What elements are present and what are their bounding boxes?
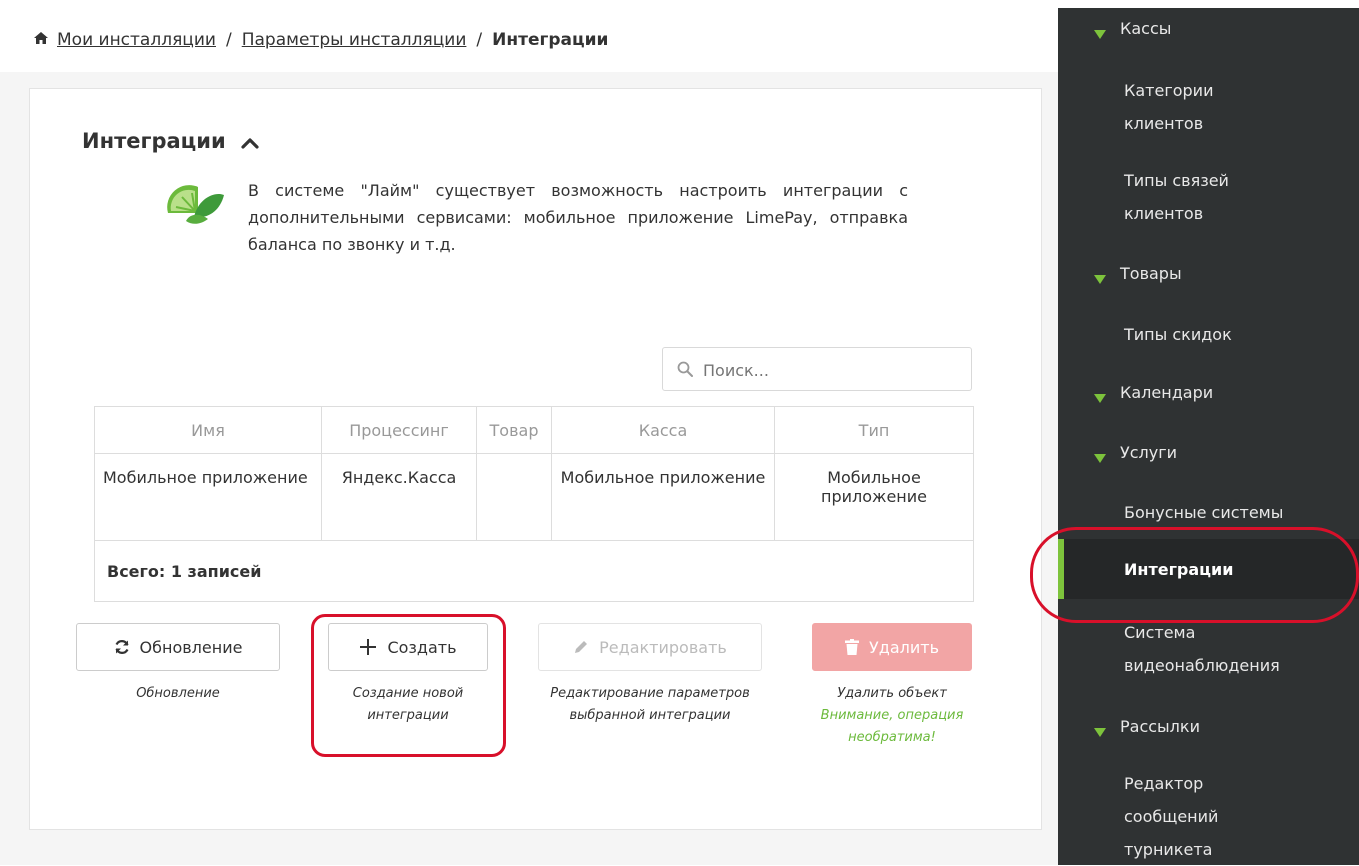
create-highlight-frame (311, 614, 506, 757)
sidebar-item-client-categories[interactable]: Категории клиентов (1058, 72, 1359, 142)
integrations-table: Имя Процессинг Товар Касса Тип Мобильное… (94, 406, 974, 602)
sidebar-category-goods[interactable]: Товары (1058, 257, 1359, 290)
home-icon[interactable] (33, 30, 49, 50)
table-header-row: Имя Процессинг Товар Касса Тип (94, 406, 974, 454)
search-icon (677, 361, 693, 381)
cell-name: Мобильное приложение (94, 453, 322, 541)
sidebar-item-label: Типы скидок (1124, 325, 1232, 344)
sidebar-item-label: Бонусные системы (1124, 503, 1284, 522)
pencil-icon (573, 639, 589, 655)
trash-icon (845, 639, 859, 655)
card-title[interactable]: Интеграции (82, 129, 259, 154)
caret-down-icon (1094, 388, 1106, 407)
sidebar-category-label: Рассылки (1120, 717, 1200, 736)
integrations-description: В системе "Лайм" существует возможность … (248, 181, 908, 254)
caret-down-icon (1094, 24, 1106, 43)
breadcrumb-link-installation-params[interactable]: Параметры инсталляции (242, 30, 467, 50)
refresh-button-label: Обновление (139, 637, 243, 657)
edit-hint: Редактирование параметров выбранной инте… (550, 686, 750, 723)
main-area: Мои инсталляции / Параметры инсталляции / Ин… (0, 0, 1058, 865)
breadcrumb: Мои инсталляции / Параметры инсталляции / Ин… (33, 30, 608, 50)
chevron-up-icon[interactable] (241, 130, 259, 154)
sidebar: Кассы Категории клиентов Типы связей кли… (1058, 8, 1359, 865)
cell-product (476, 453, 552, 541)
sidebar-category-cashboxes[interactable]: Кассы (1058, 12, 1359, 45)
records-total: Всего: 1 записей (94, 540, 974, 602)
sidebar-category-label: Товары (1120, 264, 1182, 283)
sidebar-highlight-frame (1030, 527, 1359, 623)
column-header-type[interactable]: Тип (774, 406, 974, 454)
sidebar-category-label: Услуги (1120, 443, 1178, 462)
sidebar-item-label: Типы связей клиентов (1124, 171, 1229, 223)
refresh-button[interactable]: Обновление (76, 623, 280, 671)
delete-hint-block: Удалить объект Внимание, операция необра… (802, 683, 982, 749)
column-header-product[interactable]: Товар (476, 406, 552, 454)
delete-hint: Удалить объект (837, 686, 947, 701)
sidebar-item-turnstile-message-editor[interactable]: Редактор сообщений турникета (1058, 765, 1359, 865)
sidebar-category-label: Календари (1120, 383, 1214, 402)
caret-down-icon (1094, 269, 1106, 288)
sidebar-category-services[interactable]: Услуги (1058, 436, 1359, 469)
column-header-processing[interactable]: Процессинг (321, 406, 477, 454)
edit-button[interactable]: Редактировать (538, 623, 762, 671)
sidebar-category-label: Кассы (1120, 19, 1172, 38)
card-title-text: Интеграции (82, 129, 226, 153)
refresh-hint: Обновление (136, 686, 220, 701)
refresh-icon (114, 639, 130, 655)
caret-down-icon (1094, 722, 1106, 741)
breadcrumb-separator: / (476, 30, 483, 50)
top-bar: Мои инсталляции / Параметры инсталляции / Ин… (0, 0, 1058, 72)
cell-processing: Яндекс.Касса (321, 453, 477, 541)
sidebar-item-video-surveillance[interactable]: Система видеонаблюдения (1058, 614, 1359, 684)
table-footer-row: Всего: 1 записей (94, 540, 974, 602)
sidebar-category-calendars[interactable]: Календари (1058, 376, 1359, 409)
column-header-cashbox[interactable]: Касса (551, 406, 775, 454)
sidebar-item-discount-types[interactable]: Типы скидок (1058, 318, 1359, 351)
sidebar-item-bonus-systems[interactable]: Бонусные системы (1058, 496, 1359, 529)
caret-down-icon (1094, 448, 1106, 467)
sidebar-item-label: Система видеонаблюдения (1124, 623, 1280, 675)
sidebar-item-client-link-types[interactable]: Типы связей клиентов (1058, 162, 1359, 232)
column-header-name[interactable]: Имя (94, 406, 322, 454)
cell-type: Мобильное приложение (774, 453, 974, 541)
breadcrumb-current: Интеграции (492, 30, 609, 50)
table-row[interactable]: Мобильное приложение Яндекс.Касса Мобиль… (94, 453, 974, 541)
delete-button[interactable]: Удалить (812, 623, 972, 671)
delete-warning: Внимание, операция необратима! (820, 708, 964, 745)
search-input[interactable] (701, 356, 965, 384)
sidebar-item-label: Категории клиентов (1124, 81, 1214, 133)
breadcrumb-link-installations[interactable]: Мои инсталляции (57, 30, 216, 50)
delete-button-label: Удалить (869, 637, 939, 657)
edit-button-label: Редактировать (599, 637, 727, 657)
sidebar-category-mailings[interactable]: Рассылки (1058, 710, 1359, 743)
breadcrumb-separator: / (225, 30, 232, 50)
search-box[interactable] (662, 347, 972, 391)
cell-cashbox: Мобильное приложение (551, 453, 775, 541)
lime-logo-icon (164, 177, 226, 225)
sidebar-item-label: Редактор сообщений турникета (1124, 774, 1219, 859)
integrations-card: Интеграции В системе "Лайм" существует в… (29, 88, 1042, 830)
